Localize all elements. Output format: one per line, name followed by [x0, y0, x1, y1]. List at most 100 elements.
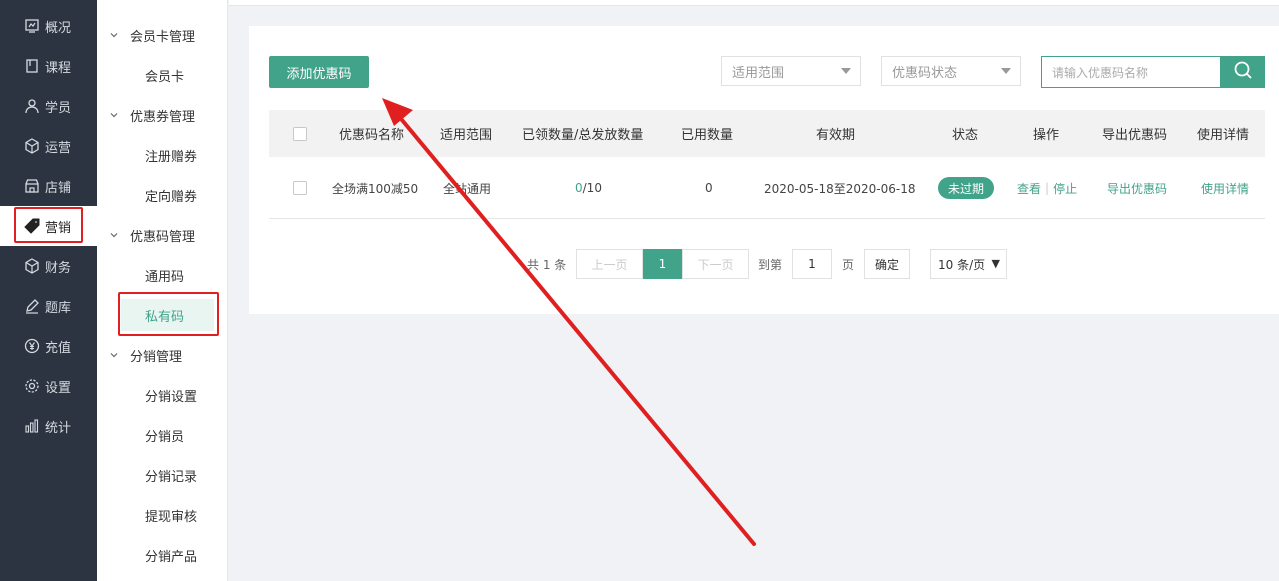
add-promo-code-button[interactable]: 添加优惠码 [269, 56, 369, 88]
claimed-count[interactable]: 0 [575, 181, 583, 195]
header-actions: 操作 [1033, 128, 1060, 143]
nav-item-store[interactable]: 店铺 [0, 166, 97, 206]
view-link[interactable]: 查看 [1017, 180, 1041, 197]
nav-label: 统计 [45, 420, 72, 436]
current-page-button[interactable]: 1 [643, 249, 682, 279]
nav-label: 课程 [45, 60, 72, 76]
submenu-item-distribution-record[interactable]: 分销记录 [97, 455, 228, 495]
page-unit-label: 页 [842, 257, 855, 272]
submenu-item-member-card[interactable]: 会员卡 [97, 55, 228, 95]
submenu-item-targeted-coupon[interactable]: 定向赠券 [97, 175, 228, 215]
cube-icon [24, 138, 40, 154]
action-divider: | [1045, 181, 1050, 195]
book-icon [24, 58, 40, 74]
total-count: /10 [582, 181, 602, 195]
nav-item-statistics[interactable]: 统计 [0, 406, 97, 446]
submenu-item-distributor[interactable]: 分销员 [97, 415, 228, 455]
status-select-placeholder: 优惠码状态 [892, 65, 958, 81]
nav-item-recharge[interactable]: 充值 [0, 326, 97, 366]
finance-icon [24, 258, 40, 274]
gear-icon [24, 378, 40, 394]
nav-label: 概况 [45, 20, 72, 36]
caret-down-icon [1001, 68, 1011, 74]
main-nav: 概况 课程 学员 运营 店铺 营销 财务 题库 充值 设置 统计 [0, 0, 97, 581]
nav-item-marketing[interactable]: 营销 [0, 206, 97, 246]
search-button[interactable] [1221, 56, 1265, 88]
goto-label: 到第 [758, 257, 783, 272]
submenu-item-private-code[interactable]: 私有码 [121, 299, 214, 331]
chevron-down-icon [108, 349, 120, 361]
caret-down-icon [841, 68, 851, 74]
nav-label: 题库 [45, 300, 72, 316]
table-header: 优惠码名称 适用范围 已领数量/总发放数量 已用数量 有效期 状态 操作 导出优… [269, 110, 1265, 157]
scope-select-placeholder: 适用范围 [732, 65, 785, 81]
search-input[interactable]: 请输入优惠码名称 [1041, 56, 1221, 88]
chevron-down-icon [108, 229, 120, 241]
select-all-cell [293, 110, 307, 157]
chevron-down-icon [108, 29, 120, 41]
next-page-button[interactable]: 下一页 [682, 249, 749, 279]
chevron-down-icon [108, 109, 120, 121]
status-badge: 未过期 [938, 177, 995, 199]
pencil-icon [24, 298, 40, 314]
nav-item-finance[interactable]: 财务 [0, 246, 97, 286]
scope-select[interactable]: 适用范围 [721, 56, 861, 86]
yen-icon [24, 338, 40, 354]
nav-item-settings[interactable]: 设置 [0, 366, 97, 406]
user-icon [24, 98, 40, 114]
cell-validity: 2020-05-18至2020-06-18 [764, 181, 916, 196]
cell-name: 全场满100减50 [332, 181, 419, 196]
page-size-value: 10 条/页 [938, 257, 986, 272]
table-row: 全场满100减50 全站通用 0/10 0 2020-05-18至2020-06… [269, 157, 1265, 219]
nav-item-question-bank[interactable]: 题库 [0, 286, 97, 326]
header-export: 导出优惠码 [1102, 128, 1168, 143]
submenu-item-general-code[interactable]: 通用码 [97, 255, 228, 295]
header-name: 优惠码名称 [339, 128, 405, 143]
submenu-group-promo-code[interactable]: 优惠码管理 [97, 215, 228, 255]
cell-details: 使用详情 [1201, 157, 1249, 219]
submenu-group-coupon[interactable]: 优惠券管理 [97, 95, 228, 135]
nav-label: 设置 [45, 380, 72, 396]
cell-export: 导出优惠码 [1107, 157, 1167, 219]
header-used: 已用数量 [681, 128, 734, 143]
select-all-checkbox[interactable] [293, 126, 307, 141]
nav-item-operations[interactable]: 运营 [0, 126, 97, 166]
nav-label: 店铺 [45, 180, 72, 196]
goto-page-input[interactable]: 1 [792, 249, 832, 279]
header-details: 使用详情 [1197, 128, 1250, 143]
header-scope: 适用范围 [440, 128, 493, 143]
goto-confirm-button[interactable]: 确定 [864, 249, 910, 279]
row-checkbox[interactable] [293, 181, 307, 195]
export-link[interactable]: 导出优惠码 [1107, 180, 1167, 197]
tag-icon [24, 218, 40, 234]
search-icon [1233, 60, 1253, 84]
prev-page-button[interactable]: 上一页 [576, 249, 643, 279]
submenu-item-register-coupon[interactable]: 注册赠券 [97, 135, 228, 175]
nav-item-course[interactable]: 课程 [0, 46, 97, 86]
nav-label: 财务 [45, 260, 72, 276]
caret-down-icon: ▼ [991, 257, 1000, 270]
details-link[interactable]: 使用详情 [1201, 180, 1249, 197]
nav-label: 充值 [45, 340, 72, 356]
cell-actions: 查看 | 停止 [1017, 157, 1077, 219]
search-placeholder: 请输入优惠码名称 [1052, 65, 1149, 80]
dashboard-icon [24, 18, 40, 34]
pagination-total: 共 1 条 [527, 257, 567, 272]
nav-item-overview[interactable]: 概况 [0, 6, 97, 46]
submenu-group-label: 会员卡管理 [130, 29, 196, 45]
submenu-group-distribution[interactable]: 分销管理 [97, 335, 228, 375]
submenu-group-label: 优惠券管理 [130, 109, 196, 125]
store-icon [24, 178, 40, 194]
bar-chart-icon [24, 418, 40, 434]
nav-item-students[interactable]: 学员 [0, 86, 97, 126]
top-bar [229, 0, 1279, 6]
submenu-group-member-card[interactable]: 会员卡管理 [97, 15, 228, 55]
submenu-item-distribution-product[interactable]: 分销产品 [97, 535, 228, 575]
submenu-item-withdraw-review[interactable]: 提现审核 [97, 495, 228, 535]
submenu-item-distribution-settings[interactable]: 分销设置 [97, 375, 228, 415]
status-select[interactable]: 优惠码状态 [881, 56, 1021, 86]
page-size-select[interactable]: 10 条/页 ▼ [930, 249, 1007, 279]
header-claimed-total: 已领数量/总发放数量 [522, 128, 644, 143]
stop-link[interactable]: 停止 [1053, 180, 1077, 197]
submenu-group-label: 分销管理 [130, 349, 183, 365]
